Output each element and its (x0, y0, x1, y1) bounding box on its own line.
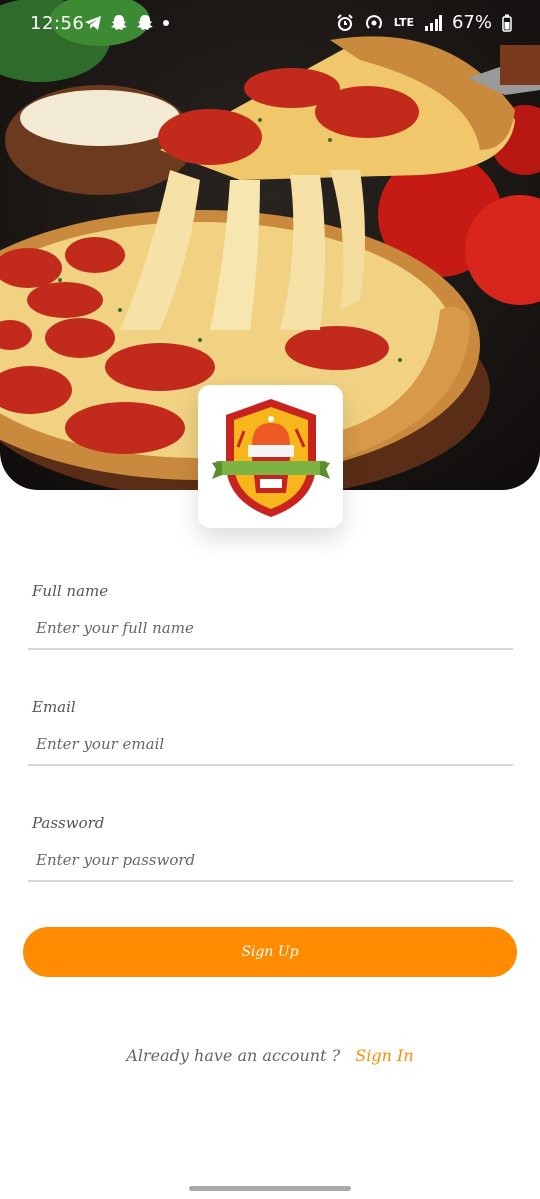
password-field: Password (28, 810, 513, 926)
telegram-icon (85, 16, 101, 30)
alarm-icon (337, 13, 353, 31)
signal-icon (424, 14, 442, 31)
sign-in-link[interactable]: Sign In (355, 1046, 413, 1065)
password-input[interactable] (28, 840, 513, 880)
battery-icon (502, 14, 512, 32)
notification-icons (84, 14, 170, 32)
snapchat-icon (111, 15, 127, 30)
sign-up-button[interactable]: Sign Up (23, 927, 517, 977)
full-name-label: Full name (32, 582, 109, 600)
signup-form: Full name Email Password (28, 578, 513, 926)
status-time: 12:56 (30, 13, 85, 34)
restaurant-logo-card (198, 385, 343, 528)
dot-icon (163, 20, 169, 26)
sign-in-prompt-text: Already have an account ? (126, 1046, 341, 1065)
snapchat-icon (137, 15, 153, 30)
hotspot-icon (365, 14, 382, 29)
status-bar: 12:56 LTE 67% (0, 0, 540, 48)
password-label: Password (32, 814, 105, 832)
sign-in-prompt-row: Already have an account ? Sign In (0, 1046, 540, 1065)
status-right-icons: LTE 67% (336, 12, 512, 33)
full-name-underline (28, 648, 513, 650)
restaurant-crest-logo (211, 398, 330, 517)
email-label: Email (32, 698, 76, 716)
email-input[interactable] (28, 724, 513, 764)
lte-icon: LTE (393, 16, 414, 29)
email-underline (28, 764, 513, 766)
home-indicator[interactable] (189, 1186, 351, 1191)
battery-percent: 67% (451, 12, 492, 33)
email-field: Email (28, 694, 513, 810)
full-name-field: Full name (28, 578, 513, 694)
full-name-input[interactable] (28, 608, 513, 648)
password-underline (28, 880, 513, 882)
